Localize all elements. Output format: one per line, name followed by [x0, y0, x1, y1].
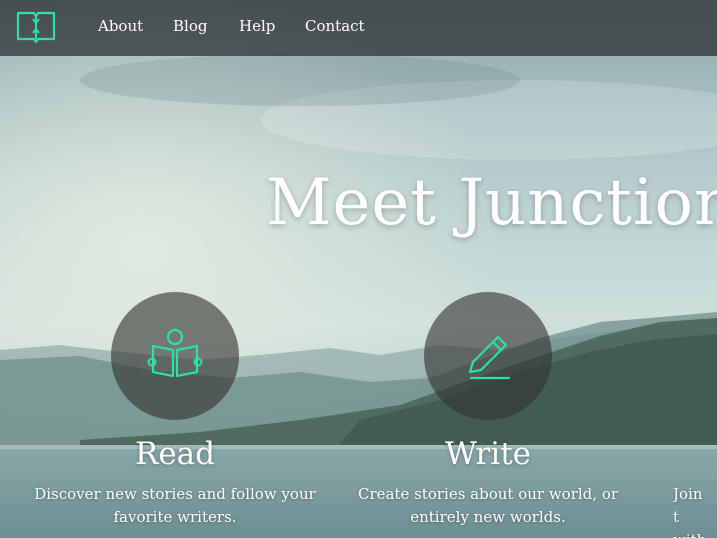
feature-desc-read: Discover new stories and follow your fav… — [34, 485, 316, 526]
reader-icon — [147, 328, 203, 378]
nav-link-contact[interactable]: Contact — [305, 17, 365, 35]
feature-title-read: Read — [134, 436, 215, 472]
feature-desc-write: Create stories about our world, or entir… — [357, 485, 619, 526]
open-book-icon[interactable] — [16, 9, 56, 45]
navbar: About Blog Help Contact — [0, 0, 717, 56]
pencil-icon — [468, 335, 510, 380]
nav-link-help[interactable]: Help — [239, 17, 275, 35]
write-feature-circle — [424, 292, 552, 420]
nav-link-blog[interactable]: Blog — [173, 17, 207, 35]
feature-desc-join: Jointwith — [673, 485, 706, 538]
hero-title: Meet Junction — [266, 166, 717, 240]
nav-link-about[interactable]: About — [98, 17, 143, 35]
read-feature-circle — [111, 292, 239, 420]
feature-title-write: Write — [444, 436, 531, 472]
